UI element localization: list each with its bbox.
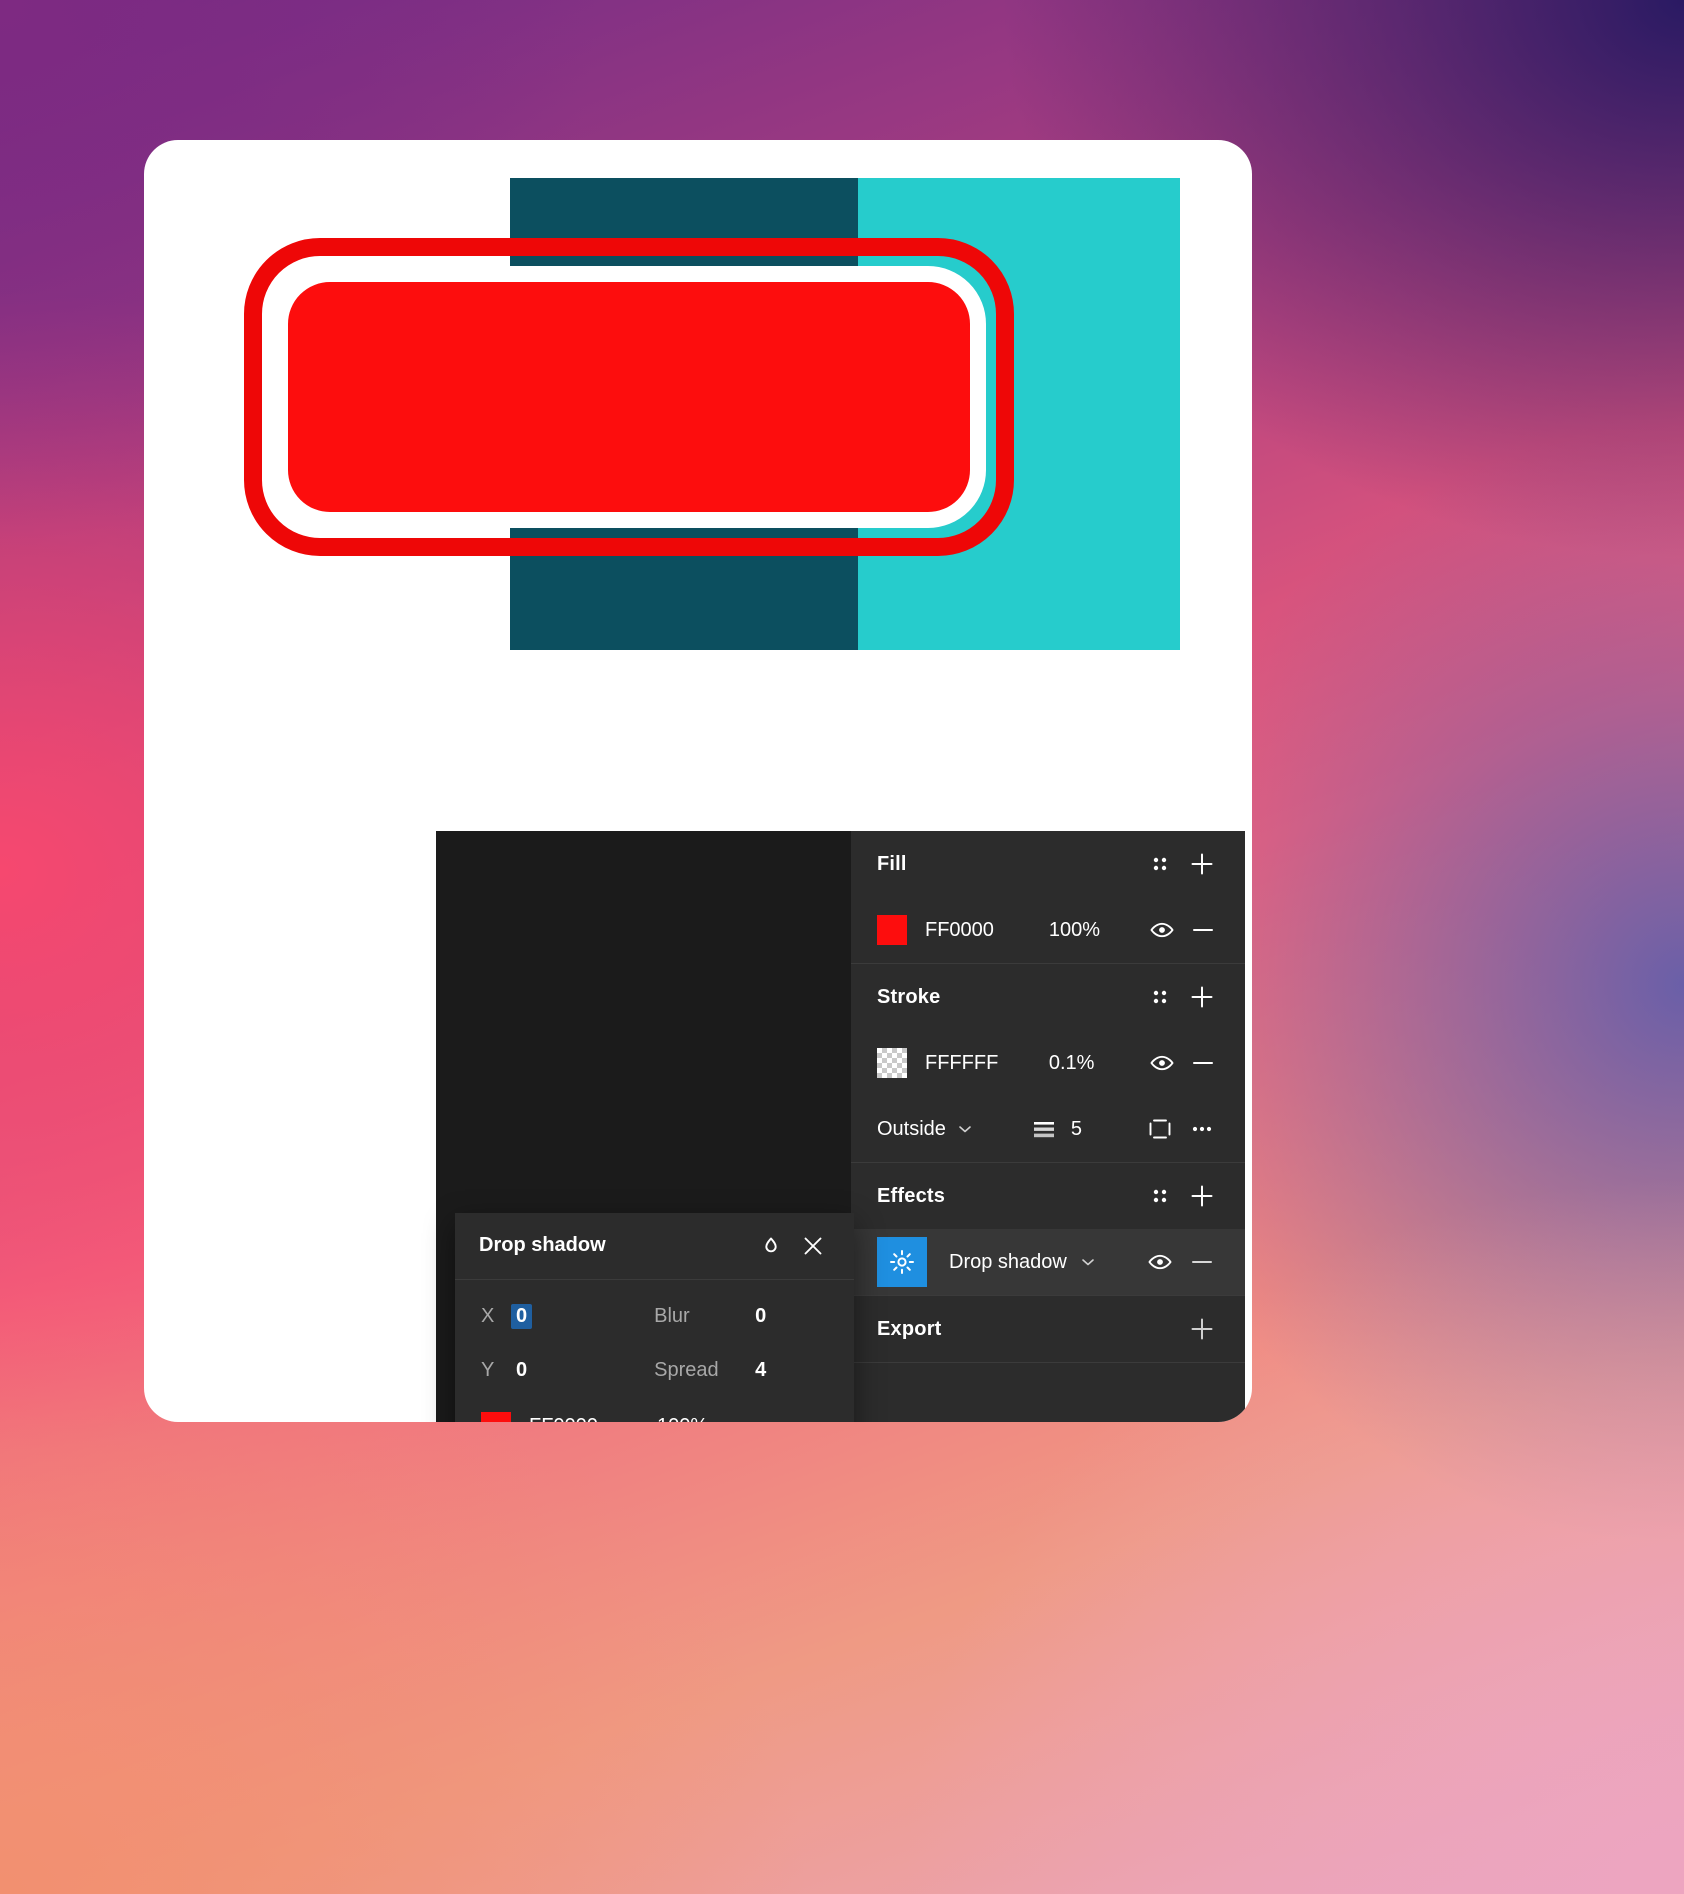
- shadow-offset-y-row: Y 0 Spread 4: [455, 1344, 854, 1398]
- x-label: X: [481, 1305, 495, 1328]
- popover-fields: X 0 Blur 0 Y 0 Spread 4 FF0000 100%: [455, 1280, 854, 1422]
- more-horizontal-icon[interactable]: [1181, 1108, 1223, 1150]
- stroke-color-swatch[interactable]: [877, 1048, 907, 1078]
- export-title: Export: [877, 1317, 942, 1340]
- stroke-align-dropdown[interactable]: Outside: [877, 1118, 974, 1141]
- effects-title: Effects: [877, 1184, 946, 1207]
- plus-icon[interactable]: [1181, 1308, 1223, 1350]
- stroke-align-value: Outside: [877, 1117, 946, 1140]
- fill-color-swatch[interactable]: [877, 915, 907, 945]
- fill-section: Fill FF0000 100%: [851, 831, 1245, 964]
- popover-title: Drop shadow: [479, 1234, 606, 1257]
- eye-icon[interactable]: [1139, 1241, 1181, 1283]
- stroke-item-row[interactable]: FFFFFF 0.1%: [851, 1030, 1245, 1096]
- minus-icon[interactable]: [1182, 1042, 1223, 1084]
- effects-section-header: Effects: [851, 1163, 1245, 1229]
- export-section-header: Export: [851, 1296, 1245, 1362]
- y-input[interactable]: 0: [511, 1358, 532, 1383]
- chevron-down-icon: [956, 1120, 974, 1138]
- stroke-weight-icon[interactable]: [1031, 1118, 1057, 1140]
- effect-type-value: Drop shadow: [949, 1250, 1067, 1273]
- minus-icon[interactable]: [1182, 909, 1223, 951]
- fill-section-header: Fill: [851, 831, 1245, 897]
- effects-section: Effects Drop shadow: [851, 1163, 1245, 1296]
- red-rounded-rectangle-shape[interactable]: [272, 266, 986, 528]
- grid-dots-icon[interactable]: [1139, 976, 1181, 1018]
- stroke-section-header: Stroke: [851, 964, 1245, 1030]
- stroke-opacity-value[interactable]: 0.1%: [1049, 1052, 1142, 1075]
- droplet-icon[interactable]: [750, 1225, 792, 1267]
- blur-input[interactable]: 0: [750, 1304, 771, 1329]
- properties-empty-area: [851, 1363, 1245, 1422]
- stroke-hex-value[interactable]: FFFFFF: [925, 1052, 1049, 1075]
- stroke-options-row: Outside 5: [851, 1096, 1245, 1162]
- shadow-hex-value[interactable]: FF0000: [529, 1415, 657, 1422]
- stroke-weight-value[interactable]: 5: [1071, 1118, 1082, 1141]
- effect-item-row[interactable]: Drop shadow: [851, 1229, 1245, 1295]
- blur-group: Blur 0: [654, 1304, 771, 1329]
- fill-hex-value[interactable]: FF0000: [925, 919, 1049, 942]
- shadow-color-row[interactable]: FF0000 100%: [455, 1398, 854, 1422]
- grid-dots-icon[interactable]: [1139, 843, 1181, 885]
- spread-group: Spread 4: [654, 1358, 771, 1383]
- chevron-down-icon: [1079, 1253, 1097, 1271]
- plus-icon[interactable]: [1181, 843, 1223, 885]
- shadow-color-swatch[interactable]: [481, 1411, 511, 1422]
- y-label: Y: [481, 1359, 495, 1382]
- eye-icon[interactable]: [1142, 909, 1183, 951]
- spread-label: Spread: [654, 1359, 719, 1382]
- popover-header: Drop shadow: [455, 1213, 854, 1280]
- individual-strokes-icon[interactable]: [1139, 1108, 1181, 1150]
- plus-icon[interactable]: [1181, 1175, 1223, 1217]
- properties-panel: Fill FF0000 100% Stroke FFFFFF 0.1% Outs…: [851, 831, 1245, 1422]
- grid-dots-icon[interactable]: [1139, 1175, 1181, 1217]
- blur-label: Blur: [654, 1305, 690, 1328]
- plus-icon[interactable]: [1181, 976, 1223, 1018]
- drop-shadow-popover: Drop shadow X 0 Blur 0 Y 0 Spread 4: [455, 1213, 854, 1422]
- effect-type-dropdown[interactable]: Drop shadow: [949, 1251, 1097, 1274]
- x-input[interactable]: 0: [511, 1304, 533, 1330]
- app-card: Fill FF0000 100% Stroke FFFFFF 0.1% Outs…: [144, 140, 1252, 1422]
- stroke-section: Stroke FFFFFF 0.1% Outside 5: [851, 964, 1245, 1163]
- fill-title: Fill: [877, 852, 907, 875]
- minus-icon[interactable]: [1181, 1241, 1223, 1283]
- fill-opacity-value[interactable]: 100%: [1049, 919, 1142, 942]
- export-section: Export: [851, 1296, 1245, 1363]
- eye-icon[interactable]: [1142, 1042, 1183, 1084]
- stroke-title: Stroke: [877, 985, 941, 1008]
- effect-settings-icon[interactable]: [877, 1237, 927, 1287]
- shadow-opacity-value[interactable]: 100%: [657, 1415, 753, 1422]
- close-icon[interactable]: [792, 1225, 834, 1267]
- fill-item-row[interactable]: FF0000 100%: [851, 897, 1245, 963]
- shadow-offset-x-row: X 0 Blur 0: [455, 1290, 854, 1344]
- spread-input[interactable]: 4: [750, 1358, 771, 1383]
